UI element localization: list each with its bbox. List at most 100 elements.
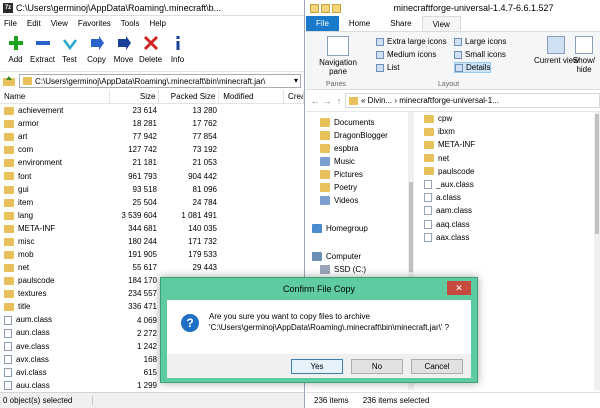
- list-item[interactable]: cpw: [418, 112, 594, 125]
- tree-item[interactable]: Homegroup: [312, 224, 368, 233]
- table-row[interactable]: achievement 23 614 13 280: [0, 104, 304, 117]
- small-icons-option[interactable]: Small icons: [454, 49, 506, 60]
- list-item[interactable]: ibxm: [418, 125, 594, 138]
- tree-item[interactable]: Pictures: [320, 170, 363, 179]
- extract-button[interactable]: Extract: [29, 33, 56, 64]
- tree-item[interactable]: Videos: [320, 196, 358, 205]
- list-item[interactable]: aaq.class: [418, 218, 594, 231]
- close-button[interactable]: ✕: [447, 281, 471, 295]
- item-count: 236 items: [314, 396, 349, 405]
- list-item[interactable]: META-INF: [418, 138, 594, 151]
- tree-item[interactable]: Computer: [312, 252, 361, 261]
- row-name: misc: [0, 237, 110, 246]
- col-modified[interactable]: Modified: [219, 89, 285, 104]
- file-list-scroll-thumb[interactable]: [595, 114, 599, 234]
- explorer-path-field[interactable]: « Divin... › minecraftforge-universal-1.…: [345, 93, 600, 108]
- list-item[interactable]: net: [418, 152, 594, 165]
- new-folder-icon[interactable]: [332, 3, 341, 13]
- list-item[interactable]: paulscode: [418, 165, 594, 178]
- sevenzip-path-field[interactable]: C:\Users\germinoj\AppData\Roaming\.minec…: [19, 74, 301, 88]
- table-row[interactable]: com 127 742 73 192: [0, 143, 304, 156]
- tree-item-label: espbra: [334, 144, 359, 153]
- properties-icon[interactable]: [321, 3, 330, 13]
- cancel-button[interactable]: Cancel: [411, 359, 463, 374]
- add-button[interactable]: Add: [2, 33, 29, 64]
- sevenzip-titlebar[interactable]: 7z C:\Users\germinoj\AppData\Roaming\.mi…: [0, 0, 304, 16]
- col-packed-size[interactable]: Packed Size: [159, 89, 220, 104]
- table-row[interactable]: environment 21 181 21 053: [0, 156, 304, 169]
- menu-favorites[interactable]: Favorites: [78, 19, 111, 28]
- tab-home[interactable]: Home: [339, 16, 380, 31]
- col-size[interactable]: Size: [110, 89, 160, 104]
- extra-large-icons-option[interactable]: Extra large icons: [376, 36, 447, 47]
- row-name: art: [0, 132, 110, 141]
- tree-item-label: Videos: [334, 196, 359, 205]
- table-row[interactable]: net 55 617 29 443: [0, 261, 304, 274]
- tree-item[interactable]: Music: [320, 157, 355, 166]
- chevron-down-icon[interactable]: ▾: [294, 76, 298, 85]
- row-name: lang: [0, 211, 110, 220]
- row-name-text: environment: [18, 158, 63, 168]
- tree-scroll-thumb[interactable]: [409, 182, 413, 272]
- row-name-text: textures: [18, 289, 47, 299]
- folder-icon[interactable]: [310, 3, 319, 13]
- tree-item[interactable]: DragonBlogger: [320, 131, 388, 140]
- delete-x-icon: [143, 35, 158, 51]
- forward-arrow-icon[interactable]: →: [321, 96, 333, 106]
- list-item[interactable]: aam.class: [418, 204, 594, 217]
- details-option[interactable]: Details: [454, 62, 492, 73]
- move-button[interactable]: Move: [110, 33, 137, 64]
- tab-file[interactable]: File: [306, 16, 339, 31]
- small-icons-label: Small icons: [465, 50, 506, 59]
- menu-view[interactable]: View: [51, 19, 68, 28]
- tree-item[interactable]: Poetry: [320, 183, 357, 192]
- table-row[interactable]: armor 18 281 17 762: [0, 117, 304, 130]
- up-folder-button[interactable]: [3, 75, 15, 87]
- table-row[interactable]: META-INF 344 681 140 035: [0, 222, 304, 235]
- table-row[interactable]: lang 3 539 604 1 081 491: [0, 209, 304, 222]
- tab-view[interactable]: View: [421, 16, 461, 31]
- list-item[interactable]: _aux.class: [418, 178, 594, 191]
- medium-icons-icon: [376, 50, 384, 59]
- delete-button[interactable]: Delete: [137, 33, 164, 64]
- tree-item[interactable]: SSD (C:): [320, 265, 366, 274]
- table-row[interactable]: misc 180 244 171 732: [0, 235, 304, 248]
- up-arrow-icon[interactable]: ↑: [333, 96, 345, 106]
- large-icons-option[interactable]: Large icons: [454, 36, 506, 47]
- test-button[interactable]: Test: [56, 33, 83, 64]
- folder-icon: [4, 159, 14, 168]
- menu-help[interactable]: Help: [149, 19, 165, 28]
- table-row[interactable]: art 77 942 77 854: [0, 130, 304, 143]
- menu-tools[interactable]: Tools: [121, 19, 140, 28]
- col-created[interactable]: Created: [284, 89, 304, 104]
- table-row[interactable]: gui 93 518 81 096: [0, 183, 304, 196]
- no-button[interactable]: No: [351, 359, 403, 374]
- explorer-titlebar[interactable]: minecraftforge-universal-1.4.7-6.6.1.527: [306, 0, 600, 16]
- row-name-text: avx.class: [16, 354, 49, 364]
- menu-file[interactable]: File: [4, 19, 17, 28]
- list-item[interactable]: a.class: [418, 191, 594, 204]
- show-hide-button[interactable]: Show/ hide: [568, 36, 600, 74]
- folder-icon: [4, 250, 14, 259]
- medium-icons-option[interactable]: Medium icons: [376, 49, 436, 60]
- list-item[interactable]: aax.class: [418, 231, 594, 244]
- row-name: title: [0, 302, 110, 311]
- tree-item[interactable]: espbra: [320, 144, 358, 153]
- list-item-name: META-INF: [438, 140, 476, 150]
- list-option[interactable]: List: [376, 62, 399, 73]
- table-row[interactable]: font 961 793 904 442: [0, 169, 304, 182]
- table-row[interactable]: mob 191 905 179 533: [0, 248, 304, 261]
- menu-edit[interactable]: Edit: [27, 19, 41, 28]
- dialog-titlebar[interactable]: Confirm File Copy ✕: [161, 278, 477, 300]
- navigation-pane-button[interactable]: Navigation pane: [310, 36, 366, 76]
- info-button[interactable]: Info: [164, 33, 191, 64]
- back-arrow-icon[interactable]: ←: [309, 96, 321, 106]
- yes-button[interactable]: Yes: [291, 359, 343, 374]
- table-row[interactable]: item 25 504 24 784: [0, 196, 304, 209]
- col-name[interactable]: Name: [0, 89, 110, 104]
- file-list-scrollbar[interactable]: [594, 112, 600, 390]
- tab-share[interactable]: Share: [380, 16, 421, 31]
- sevenzip-status-bar: 0 object(s) selected: [0, 392, 304, 408]
- copy-button[interactable]: Copy: [83, 33, 110, 64]
- tree-item[interactable]: Documents: [320, 118, 374, 127]
